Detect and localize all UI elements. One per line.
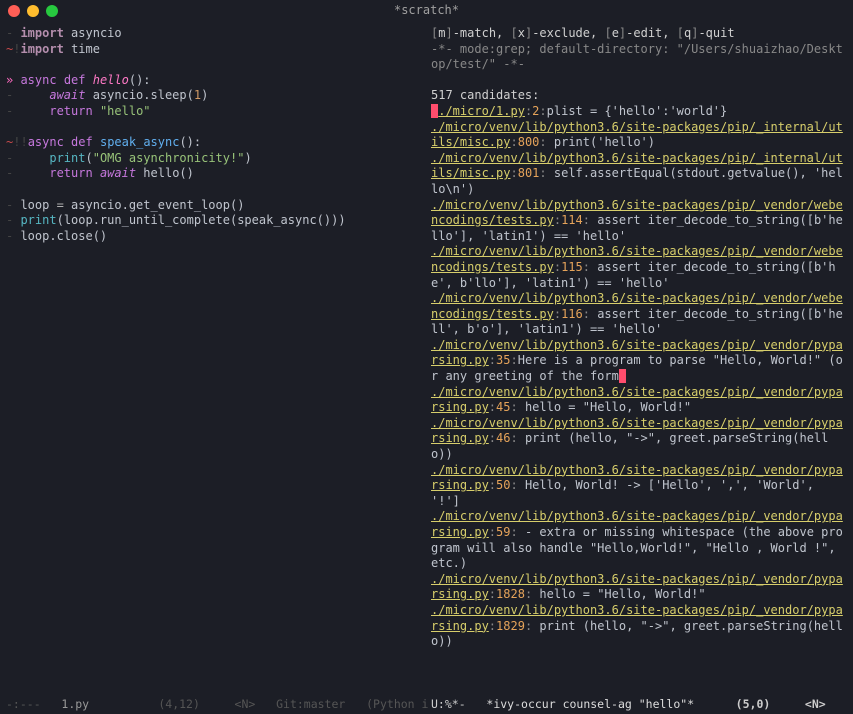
search-result[interactable]: ./micro/venv/lib/python3.6/site-packages… <box>431 463 849 510</box>
code-line[interactable]: - loop.close() <box>6 229 419 245</box>
gutter-mark: - <box>6 26 20 40</box>
ml-status: -:--- <box>6 697 41 711</box>
cursor-icon <box>619 369 626 383</box>
search-result[interactable]: ./micro/venv/lib/python3.6/site-packages… <box>431 291 849 338</box>
code-line[interactable]: - print("OMG asynchronicity!") <box>6 151 419 167</box>
modeline-right: U:%*- *ivy-occur counsel-ag "hello"* (5,… <box>431 697 847 712</box>
result-line-number: 801 <box>518 166 540 180</box>
gutter-mark: - <box>6 151 20 165</box>
code-line[interactable]: - return await hello() <box>6 166 419 182</box>
gutter-mark: » <box>6 73 20 87</box>
code-line[interactable] <box>6 120 419 136</box>
window-controls <box>8 5 58 17</box>
gutter-mark <box>6 120 20 134</box>
result-text: print('hello') <box>547 135 655 149</box>
ml-buffer: *ivy-occur counsel-ag "hello"* <box>486 697 694 711</box>
help-keys: [m]-match, [x]-exclude, [e]-edit, [q]-qu… <box>431 26 735 40</box>
blank[interactable] <box>431 73 849 89</box>
gutter-mark: ~! <box>6 42 20 56</box>
search-result[interactable]: ./micro/venv/lib/python3.6/site-packages… <box>431 151 849 198</box>
result-line-number: 1829 <box>496 619 525 633</box>
ml-vc: Git:master <box>276 697 345 711</box>
code-line[interactable]: - loop = asyncio.get_event_loop() <box>6 198 419 214</box>
search-result[interactable]: ./micro/venv/lib/python3.6/site-packages… <box>431 385 849 416</box>
close-icon[interactable] <box>8 5 20 17</box>
result-text: plist = {'hello':'world'} <box>547 104 728 118</box>
code-line[interactable]: ~!!async def speak_async(): <box>6 135 419 151</box>
code-line[interactable]: » async def hello(): <box>6 73 419 89</box>
gutter-mark: - <box>6 88 20 102</box>
code-line[interactable]: - print(loop.run_until_complete(speak_as… <box>6 213 419 229</box>
search-result[interactable]: ./micro/venv/lib/python3.6/site-packages… <box>431 120 849 151</box>
search-result[interactable]: ./micro/venv/lib/python3.6/site-packages… <box>431 509 849 571</box>
search-result[interactable]: ./micro/venv/lib/python3.6/site-packages… <box>431 572 849 603</box>
gutter-mark: - <box>6 104 20 118</box>
search-result[interactable]: ./micro/venv/lib/python3.6/site-packages… <box>431 603 849 650</box>
zoom-icon[interactable] <box>46 5 58 17</box>
title-bar: *scratch* <box>0 0 853 22</box>
gutter-mark <box>6 182 20 196</box>
grep-header: -*- mode:grep; default-directory: "/User… <box>431 42 843 72</box>
gutter-mark: - <box>6 229 20 243</box>
gutter-mark: - <box>6 213 20 227</box>
result-line-number: 45 <box>496 400 510 414</box>
result-text: hello = "Hello, World!" <box>532 587 705 601</box>
code-line[interactable]: - import asyncio <box>6 26 419 42</box>
result-line-number: 800 <box>518 135 540 149</box>
ml-enc: <N> <box>805 697 826 711</box>
ml-enc: <N> <box>235 697 256 711</box>
gutter-mark: - <box>6 198 20 212</box>
search-result[interactable]: ./micro/venv/lib/python3.6/site-packages… <box>431 198 849 245</box>
result-line-number: 59 <box>496 525 510 539</box>
grep-header[interactable]: -*- mode:grep; default-directory: "/User… <box>431 42 849 73</box>
help-line[interactable]: [m]-match, [x]-exclude, [e]-edit, [q]-qu… <box>431 26 849 42</box>
code-pane[interactable]: - import asyncio~!import time » async de… <box>0 22 425 694</box>
code-line[interactable]: ~!import time <box>6 42 419 58</box>
result-line-number: 35 <box>496 353 510 367</box>
search-result[interactable]: ./micro/venv/lib/python3.6/site-packages… <box>431 244 849 291</box>
gutter-mark: - <box>6 166 20 180</box>
result-line-number: 116 <box>561 307 583 321</box>
ml-status: U:%*- <box>431 697 466 711</box>
result-line-number: 114 <box>561 213 583 227</box>
modeline-left: -:--- 1.py (4,12) <N> Git:master (Python… <box>6 697 431 712</box>
candidate-count[interactable]: 517 candidates: <box>431 88 849 104</box>
result-path[interactable]: ./micro/1.py <box>438 104 525 118</box>
result-line-number: 50 <box>496 478 510 492</box>
code-line[interactable] <box>6 182 419 198</box>
ml-pos: (4,12) <box>158 697 200 711</box>
gutter-mark <box>6 57 20 71</box>
result-text: hello = "Hello, World!" <box>518 400 691 414</box>
code-line[interactable]: - return "hello" <box>6 104 419 120</box>
modeline: -:--- 1.py (4,12) <N> Git:master (Python… <box>0 694 853 714</box>
code-line[interactable]: - await asyncio.sleep(1) <box>6 88 419 104</box>
search-results-pane[interactable]: [m]-match, [x]-exclude, [e]-edit, [q]-qu… <box>425 22 853 694</box>
editor-split: - import asyncio~!import time » async de… <box>0 22 853 694</box>
result-line-number: 46 <box>496 431 510 445</box>
code-line[interactable] <box>6 57 419 73</box>
gutter-mark: ~!! <box>6 135 28 149</box>
result-line-number: 115 <box>561 260 583 274</box>
result-line-number: 1828 <box>496 587 525 601</box>
search-result[interactable]: ./micro/venv/lib/python3.6/site-packages… <box>431 338 849 385</box>
window-title: *scratch* <box>394 3 459 19</box>
ml-pos: (5,0) <box>736 697 771 711</box>
search-result[interactable]: ./micro/1.py:2:plist = {'hello':'world'} <box>431 104 849 120</box>
ml-mode: (Python i <box>366 697 428 711</box>
candidate-count: 517 candidates: <box>431 88 539 102</box>
minimize-icon[interactable] <box>27 5 39 17</box>
ml-buffer: 1.py <box>61 697 89 711</box>
search-result[interactable]: ./micro/venv/lib/python3.6/site-packages… <box>431 416 849 463</box>
